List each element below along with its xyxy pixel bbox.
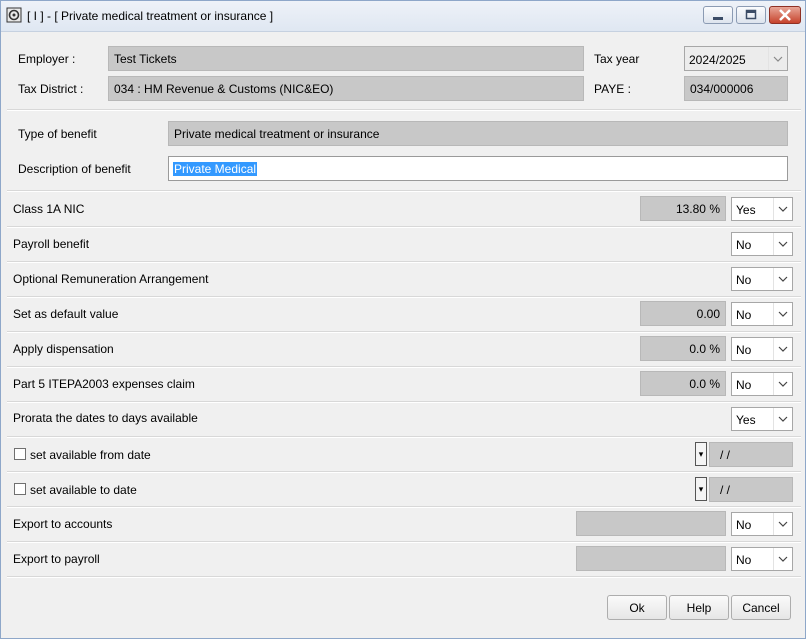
class1a-select-value: Yes xyxy=(736,203,756,217)
tax-year-select[interactable]: 2024/2025 xyxy=(684,46,788,71)
divider xyxy=(7,261,801,263)
chevron-down-icon xyxy=(773,408,792,430)
dialog-window: [ I ] - [ Private medical treatment or i… xyxy=(0,0,806,639)
chevron-down-icon xyxy=(773,548,792,570)
chevron-down-icon xyxy=(773,373,792,395)
available-from-label: set available from date xyxy=(30,448,151,462)
divider xyxy=(7,226,801,228)
dispensation-select[interactable]: No xyxy=(731,337,793,361)
minimize-icon xyxy=(713,17,723,20)
ora-select-value: No xyxy=(736,273,752,287)
available-from-date-field: / / xyxy=(709,442,793,467)
divider xyxy=(7,366,801,368)
default-value-select[interactable]: No xyxy=(731,302,793,326)
chevron-down-icon xyxy=(773,233,792,255)
part5-label: Part 5 ITEPA2003 expenses claim xyxy=(13,377,195,391)
export-payroll-label: Export to payroll xyxy=(13,552,100,566)
divider xyxy=(7,471,801,473)
available-to-date-field: / / xyxy=(709,477,793,502)
class1a-label: Class 1A NIC xyxy=(13,202,85,216)
chevron-down-icon xyxy=(773,268,792,290)
chevron-down-icon xyxy=(768,47,787,70)
export-accounts-field xyxy=(576,511,726,536)
available-to-checkbox[interactable] xyxy=(14,483,26,495)
paye-field: 034/000006 xyxy=(684,76,788,101)
ok-button[interactable]: Ok xyxy=(607,595,667,620)
maximize-button[interactable] xyxy=(736,6,766,24)
chevron-down-icon xyxy=(773,513,792,535)
prorata-select-value: Yes xyxy=(736,413,756,427)
description-value: Private Medical xyxy=(173,161,258,176)
export-accounts-select-value: No xyxy=(736,518,752,532)
export-payroll-select-value: No xyxy=(736,553,752,567)
dispensation-field: 0.0 % xyxy=(640,336,726,361)
export-accounts-label: Export to accounts xyxy=(13,517,113,531)
cancel-button[interactable]: Cancel xyxy=(731,595,791,620)
prorata-select[interactable]: Yes xyxy=(731,407,793,431)
ora-select[interactable]: No xyxy=(731,267,793,291)
dispensation-label: Apply dispensation xyxy=(13,342,114,356)
export-payroll-field xyxy=(576,546,726,571)
close-icon xyxy=(779,9,791,21)
default-value-select-value: No xyxy=(736,308,752,322)
window-title: [ I ] - [ Private medical treatment or i… xyxy=(27,9,274,23)
dispensation-select-value: No xyxy=(736,343,752,357)
ora-label: Optional Remuneration Arrangement xyxy=(13,272,209,286)
chevron-down-icon xyxy=(773,198,792,220)
chevron-down-icon xyxy=(773,338,792,360)
available-to-date-button[interactable]: ▾ xyxy=(695,477,707,501)
default-value-field: 0.00 xyxy=(640,301,726,326)
default-value-label: Set as default value xyxy=(13,307,119,321)
divider xyxy=(7,296,801,298)
type-of-benefit-label: Type of benefit xyxy=(18,127,97,141)
part5-field: 0.0 % xyxy=(640,371,726,396)
title-bar: [ I ] - [ Private medical treatment or i… xyxy=(1,1,805,32)
class1a-select[interactable]: Yes xyxy=(731,197,793,221)
export-accounts-select[interactable]: No xyxy=(731,512,793,536)
app-icon xyxy=(6,7,22,23)
payroll-benefit-label: Payroll benefit xyxy=(13,237,90,251)
available-to-label: set available to date xyxy=(30,483,137,497)
divider xyxy=(7,506,801,508)
employer-field: Test Tickets xyxy=(108,46,584,71)
payroll-benefit-select[interactable]: No xyxy=(731,232,793,256)
maximize-icon xyxy=(745,9,757,20)
close-button[interactable] xyxy=(769,6,801,24)
paye-label: PAYE : xyxy=(594,82,631,96)
part5-select[interactable]: No xyxy=(731,372,793,396)
type-of-benefit-field: Private medical treatment or insurance xyxy=(168,121,788,146)
minimize-button[interactable] xyxy=(703,6,733,24)
available-from-checkbox[interactable] xyxy=(14,448,26,460)
divider xyxy=(7,436,801,438)
divider xyxy=(7,576,801,578)
divider xyxy=(7,401,801,403)
divider xyxy=(7,331,801,333)
prorata-label: Prorata the dates to days available xyxy=(13,411,198,425)
tax-district-field: 034 : HM Revenue & Customs (NIC&EO) xyxy=(108,76,584,101)
chevron-down-icon xyxy=(773,303,792,325)
help-button[interactable]: Help xyxy=(669,595,729,620)
divider xyxy=(7,190,801,192)
available-from-date-button[interactable]: ▾ xyxy=(695,442,707,466)
tax-district-label: Tax District : xyxy=(18,82,84,96)
description-label: Description of benefit xyxy=(18,162,131,176)
divider xyxy=(7,109,801,111)
part5-select-value: No xyxy=(736,378,752,392)
export-payroll-select[interactable]: No xyxy=(731,547,793,571)
class1a-rate-field: 13.80 % xyxy=(640,196,726,221)
tax-year-value: 2024/2025 xyxy=(689,53,746,67)
description-input[interactable]: Private Medical xyxy=(168,156,788,181)
payroll-benefit-select-value: No xyxy=(736,238,752,252)
divider xyxy=(7,541,801,543)
tax-year-label: Tax year xyxy=(594,52,640,66)
employer-label: Employer : xyxy=(18,52,76,66)
